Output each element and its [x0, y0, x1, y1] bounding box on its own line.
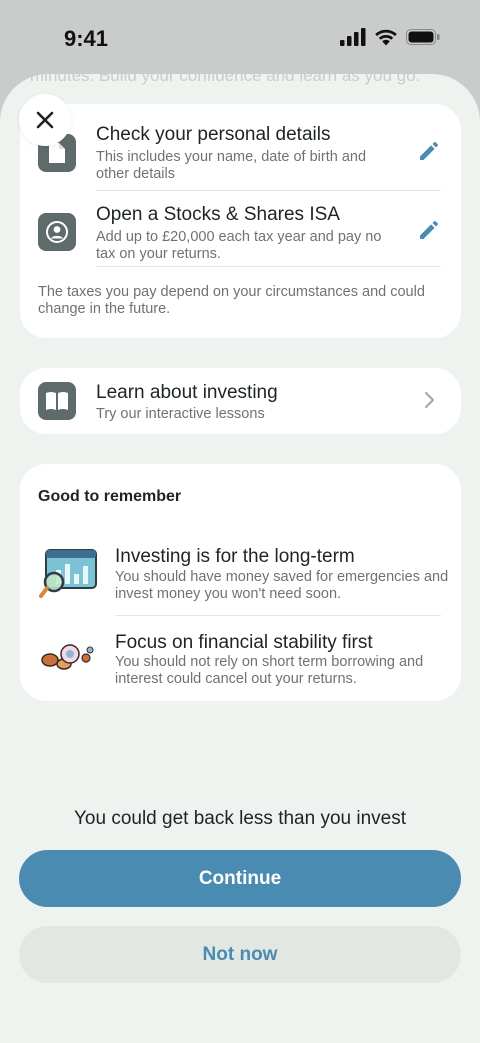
pencil-icon[interactable]	[417, 139, 441, 163]
good-to-remember-card: Good to remember Investing is for the lo…	[20, 464, 461, 701]
battery-icon	[406, 29, 440, 45]
close-icon	[36, 111, 54, 129]
book-icon	[38, 382, 76, 420]
not-now-button[interactable]: Not now	[19, 926, 461, 983]
learn-title: Learn about investing	[96, 382, 278, 403]
chart-magnifier-icon	[39, 549, 97, 598]
section-heading: Good to remember	[38, 488, 182, 505]
intro-text: minutes. Build your confidence and learn…	[30, 74, 421, 85]
step-title: Check your personal details	[96, 124, 331, 145]
close-button[interactable]	[19, 94, 71, 146]
step-subtitle: This includes your name, date of birth a…	[96, 149, 367, 182]
status-icons	[340, 28, 440, 46]
steps-card: Check your personal details This include…	[20, 104, 461, 338]
learn-subtitle: Try our interactive lessons	[96, 406, 265, 422]
divider	[115, 615, 441, 616]
status-bar: 9:41	[0, 0, 480, 74]
risk-disclaimer: You could get back less than you invest	[73, 808, 407, 829]
remember-title: Focus on financial stability first	[115, 632, 373, 653]
signal-icon	[340, 28, 366, 46]
step-title: Open a Stocks & Shares ISA	[96, 204, 340, 225]
chevron-right-icon	[424, 391, 435, 409]
coins-icon	[41, 644, 94, 670]
remember-subtitle: You should have money saved for emergenc…	[115, 569, 449, 602]
step-subtitle: Add up to £20,000 each tax year and pay …	[96, 229, 382, 262]
person-badge-icon	[38, 213, 76, 251]
status-time: 9:41	[64, 26, 109, 51]
tax-note: The taxes you pay depend on your circums…	[38, 284, 425, 317]
wifi-icon	[375, 29, 397, 46]
learn-investing-card[interactable]: Learn about investing Try our interactiv…	[20, 368, 461, 434]
continue-button[interactable]: Continue	[19, 850, 461, 907]
remember-title: Investing is for the long-term	[115, 546, 355, 567]
step-open-isa[interactable]: Open a Stocks & Shares ISA Add up to £20…	[20, 190, 461, 266]
modal-sheet: minutes. Build your confidence and learn…	[0, 74, 480, 1043]
pencil-icon[interactable]	[417, 218, 441, 242]
divider	[96, 266, 441, 267]
step-personal-details[interactable]: Check your personal details This include…	[20, 104, 461, 184]
remember-subtitle: You should not rely on short term borrow…	[115, 654, 424, 687]
